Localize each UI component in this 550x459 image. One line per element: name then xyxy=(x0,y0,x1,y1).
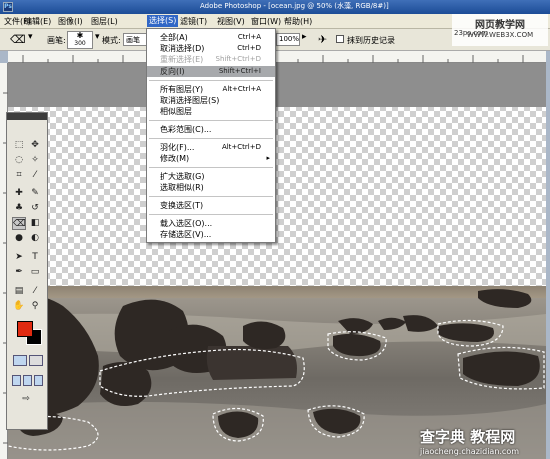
gradient-tool-icon[interactable]: ◧ xyxy=(28,217,42,230)
zoom-value: 100% xyxy=(279,35,300,43)
screen-mode-full-button[interactable] xyxy=(34,375,43,386)
menu-select-all[interactable]: 全部(A) Ctrl+A xyxy=(147,32,275,43)
shape-tool-icon[interactable]: ▭ xyxy=(28,266,42,279)
magic-wand-tool-icon[interactable]: ✧ xyxy=(28,154,42,167)
menu-help[interactable]: 帮助(H) xyxy=(284,16,312,27)
menu-filter[interactable]: 滤镜(T) xyxy=(180,16,207,27)
menu-edit[interactable]: 编辑(E) xyxy=(24,16,51,27)
path-selection-tool-icon[interactable]: ➤ xyxy=(12,251,26,264)
menu-layer[interactable]: 图层(L) xyxy=(91,16,118,27)
menu-grow[interactable]: 扩大选取(G) xyxy=(147,171,275,182)
menu-separator xyxy=(149,80,273,81)
marquee-tool-icon[interactable]: ⬚ xyxy=(12,139,26,152)
mode-label: 模式: xyxy=(102,36,121,45)
clone-stamp-tool-icon[interactable]: ♣ xyxy=(12,202,26,215)
eraser-tool-icon[interactable]: ⌫ xyxy=(12,217,26,230)
tool-preset-chevron-icon[interactable]: ▾ xyxy=(28,32,33,42)
select-menu-dropdown: 全部(A) Ctrl+A 取消选择(D) Ctrl+D 重新选择(E) Shift+C… xyxy=(146,28,276,243)
menu-color-range[interactable]: 色彩范围(C)... xyxy=(147,124,275,135)
brush-size-value: 300 xyxy=(74,40,86,47)
menu-deselect-layers[interactable]: 取消选择图层(S) xyxy=(147,95,275,106)
move-tool-icon[interactable]: ✥ xyxy=(28,139,42,152)
brush-picker-chevron-icon[interactable]: ▾ xyxy=(95,32,100,42)
menu-view[interactable]: 视图(V) xyxy=(217,16,245,27)
menu-transform-selection[interactable]: 变换选区(T) xyxy=(147,200,275,211)
brush-tool-icon[interactable]: ✎ xyxy=(28,187,42,200)
document-canvas[interactable] xyxy=(8,63,546,459)
erase-history-label: 抹到历史记录 xyxy=(347,36,395,45)
jump-to-imageready-icon[interactable]: ⇨ xyxy=(19,393,33,406)
menu-similar[interactable]: 选取相似(R) xyxy=(147,182,275,193)
menu-image[interactable]: 图像(I) xyxy=(58,16,83,27)
pen-tool-icon[interactable]: ✒ xyxy=(12,266,26,279)
slice-tool-icon[interactable]: ⁄ xyxy=(28,169,42,182)
menu-all-layers[interactable]: 所有图层(Y) Alt+Ctrl+A xyxy=(147,84,275,95)
menu-load-selection[interactable]: 载入选区(O)... xyxy=(147,218,275,229)
photoshop-window: Ps Adobe Photoshop - [ocean.jpg @ 50% (水… xyxy=(0,0,550,459)
lasso-tool-icon[interactable]: ◌ xyxy=(12,154,26,167)
screen-mode-standard-button[interactable] xyxy=(12,375,21,386)
menu-modify[interactable]: 修改(M) ▸ xyxy=(147,153,275,164)
quick-mask-mode-button[interactable] xyxy=(29,355,43,366)
crop-tool-icon[interactable]: ⌗ xyxy=(12,169,26,182)
watermark-bottom-title: 查字典 教程网 xyxy=(420,428,516,446)
foreground-color-swatch[interactable] xyxy=(17,321,33,337)
brush-tip-icon: ✱ xyxy=(76,31,84,40)
title-bar: Ps Adobe Photoshop - [ocean.jpg @ 50% (水… xyxy=(0,0,550,14)
menu-separator xyxy=(149,214,273,215)
menu-separator xyxy=(149,120,273,121)
menu-deselect[interactable]: 取消选择(D) Ctrl+D xyxy=(147,43,275,54)
window-title: Adobe Photoshop - [ocean.jpg @ 50% (水藻, … xyxy=(200,2,389,10)
brush-picker[interactable]: ✱ 300 xyxy=(67,31,93,49)
menu-separator xyxy=(149,167,273,168)
menu-feather[interactable]: 羽化(F)... Alt+Ctrl+D xyxy=(147,142,275,153)
brush-label: 画笔: xyxy=(47,36,66,45)
blur-tool-icon[interactable]: ● xyxy=(12,232,26,245)
menu-select[interactable]: 选择(S) xyxy=(147,15,179,27)
watermark-bottom-url: jiaocheng.chazidian.com xyxy=(420,447,520,456)
airbrush-icon[interactable]: ✈ xyxy=(318,33,327,46)
history-brush-tool-icon[interactable]: ↺ xyxy=(28,202,42,215)
menu-separator xyxy=(149,196,273,197)
flow-field[interactable]: 100% xyxy=(276,33,300,46)
type-tool-icon[interactable]: T xyxy=(28,251,42,264)
zoom-tool-icon[interactable]: ⚲ xyxy=(28,300,42,313)
screen-mode-full-menu-button[interactable] xyxy=(23,375,32,386)
menu-save-selection[interactable]: 存储选区(V)... xyxy=(147,229,275,240)
toolbox-grip[interactable] xyxy=(7,113,47,120)
eraser-tool-icon[interactable]: ⌫ xyxy=(10,33,26,46)
ruler-horizontal[interactable] xyxy=(8,51,546,63)
mode-value: 画笔 xyxy=(126,36,140,44)
submenu-arrow-icon: ▸ xyxy=(266,154,270,162)
watermark-bottom: 查字典 教程网 jiaocheng.chazidian.com xyxy=(420,426,548,459)
flow-slider-chevron-icon[interactable]: ▸ xyxy=(302,32,307,42)
hand-tool-icon[interactable]: ✋ xyxy=(12,300,26,313)
healing-brush-tool-icon[interactable]: ✚ xyxy=(12,187,26,200)
menu-separator xyxy=(149,138,273,139)
menu-similar-layers[interactable]: 相似图层 xyxy=(147,106,275,117)
toolbox: ⬚ ✥ ◌ ✧ ⌗ ⁄ ✚ ✎ ♣ ↺ ⌫ ◧ ● ◐ ➤ T ✒ ▭ ▤ ⁄ … xyxy=(6,112,48,430)
ruler-ticks xyxy=(22,55,524,63)
erase-history-checkbox[interactable] xyxy=(336,35,344,43)
photoshop-app-icon: Ps xyxy=(3,2,13,12)
menu-window[interactable]: 窗口(W) xyxy=(251,16,281,27)
menu-inverse[interactable]: 反向(I) Shift+Ctrl+I xyxy=(147,66,275,77)
canvas-pasteboard xyxy=(8,63,546,107)
standard-mode-button[interactable] xyxy=(13,355,27,366)
watermark-ps: 23ps.com xyxy=(454,29,489,37)
eyedropper-tool-icon[interactable]: ⁄ xyxy=(28,285,42,298)
mode-select[interactable]: 画笔 xyxy=(123,33,147,46)
notes-tool-icon[interactable]: ▤ xyxy=(12,285,26,298)
dodge-tool-icon[interactable]: ◐ xyxy=(28,232,42,245)
menu-reselect[interactable]: 重新选择(E) Shift+Ctrl+D xyxy=(147,54,275,65)
